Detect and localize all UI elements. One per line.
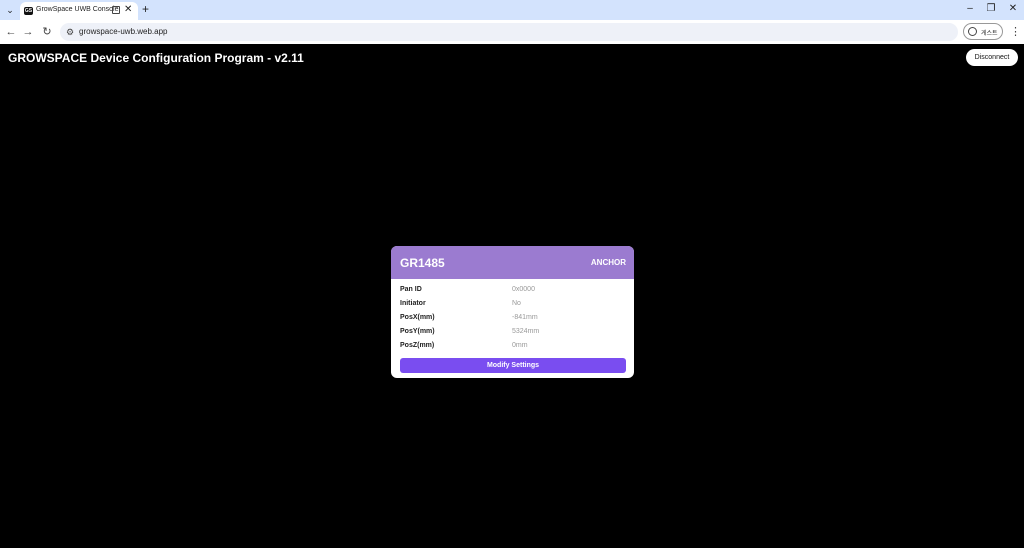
- device-id: GR1485: [400, 256, 445, 270]
- field-value: 0x0000: [512, 286, 535, 293]
- field-label: PosZ(mm): [400, 342, 435, 349]
- window-close-icon[interactable]: ✕: [1005, 3, 1021, 15]
- minimize-icon[interactable]: –: [962, 3, 978, 15]
- field-label: Pan ID: [400, 286, 422, 293]
- site-info-icon[interactable]: ⚙: [66, 26, 74, 38]
- profile-button[interactable]: 게스트: [963, 23, 1003, 40]
- new-tab-plus-icon[interactable]: +: [142, 2, 149, 16]
- disconnect-button[interactable]: Disconnect: [966, 49, 1018, 66]
- field-row-posx: PosX(mm) -841mm: [400, 314, 625, 326]
- device-card-header: GR1485 ANCHOR: [391, 246, 634, 279]
- restore-icon[interactable]: ❐: [983, 3, 999, 15]
- field-label: PosY(mm): [400, 328, 435, 335]
- device-card: GR1485 ANCHOR Pan ID 0x0000 Initiator No…: [391, 246, 634, 378]
- field-value: No: [512, 300, 521, 307]
- device-role-badge: ANCHOR: [590, 258, 626, 267]
- page-title: GROWSPACE Device Configuration Program -…: [8, 51, 304, 65]
- tab-cast-icon[interactable]: [112, 6, 120, 14]
- field-label: Initiator: [400, 300, 426, 307]
- tab-favicon-icon: GS: [24, 7, 33, 15]
- profile-avatar-icon: [968, 27, 977, 36]
- forward-arrow-icon[interactable]: →: [21, 25, 35, 39]
- tab-title: GrowSpace UWB Console: [36, 6, 119, 13]
- tab-close-icon[interactable]: ✕: [124, 4, 132, 16]
- browser-tab-bar: ⌄ GS GrowSpace UWB Console ✕ + – ❐ ✕: [0, 0, 1024, 20]
- reload-icon[interactable]: ↻: [40, 25, 54, 39]
- browser-toolbar: ← → ↻ ⚙ growspace-uwb.web.app 게스트 ⋮: [0, 20, 1024, 44]
- field-label: PosX(mm): [400, 314, 435, 321]
- url-text[interactable]: growspace-uwb.web.app: [79, 27, 168, 36]
- back-arrow-icon[interactable]: ←: [4, 25, 18, 39]
- field-value: -841mm: [512, 314, 538, 321]
- browser-tab[interactable]: GS GrowSpace UWB Console ✕: [20, 2, 138, 20]
- field-value: 0mm: [512, 342, 528, 349]
- address-bar[interactable]: ⚙ growspace-uwb.web.app: [60, 23, 958, 41]
- tab-search-chevron-down-icon[interactable]: ⌄: [3, 3, 17, 17]
- profile-label: 게스트: [981, 31, 998, 37]
- field-row-pan-id: Pan ID 0x0000: [400, 286, 625, 298]
- modify-settings-button[interactable]: Modify Settings: [400, 358, 626, 373]
- browser-menu-kebab-icon[interactable]: ⋮: [1010, 25, 1021, 39]
- field-row-posy: PosY(mm) 5324mm: [400, 328, 625, 340]
- field-row-posz: PosZ(mm) 0mm: [400, 342, 625, 354]
- field-row-initiator: Initiator No: [400, 300, 625, 312]
- field-value: 5324mm: [512, 328, 540, 335]
